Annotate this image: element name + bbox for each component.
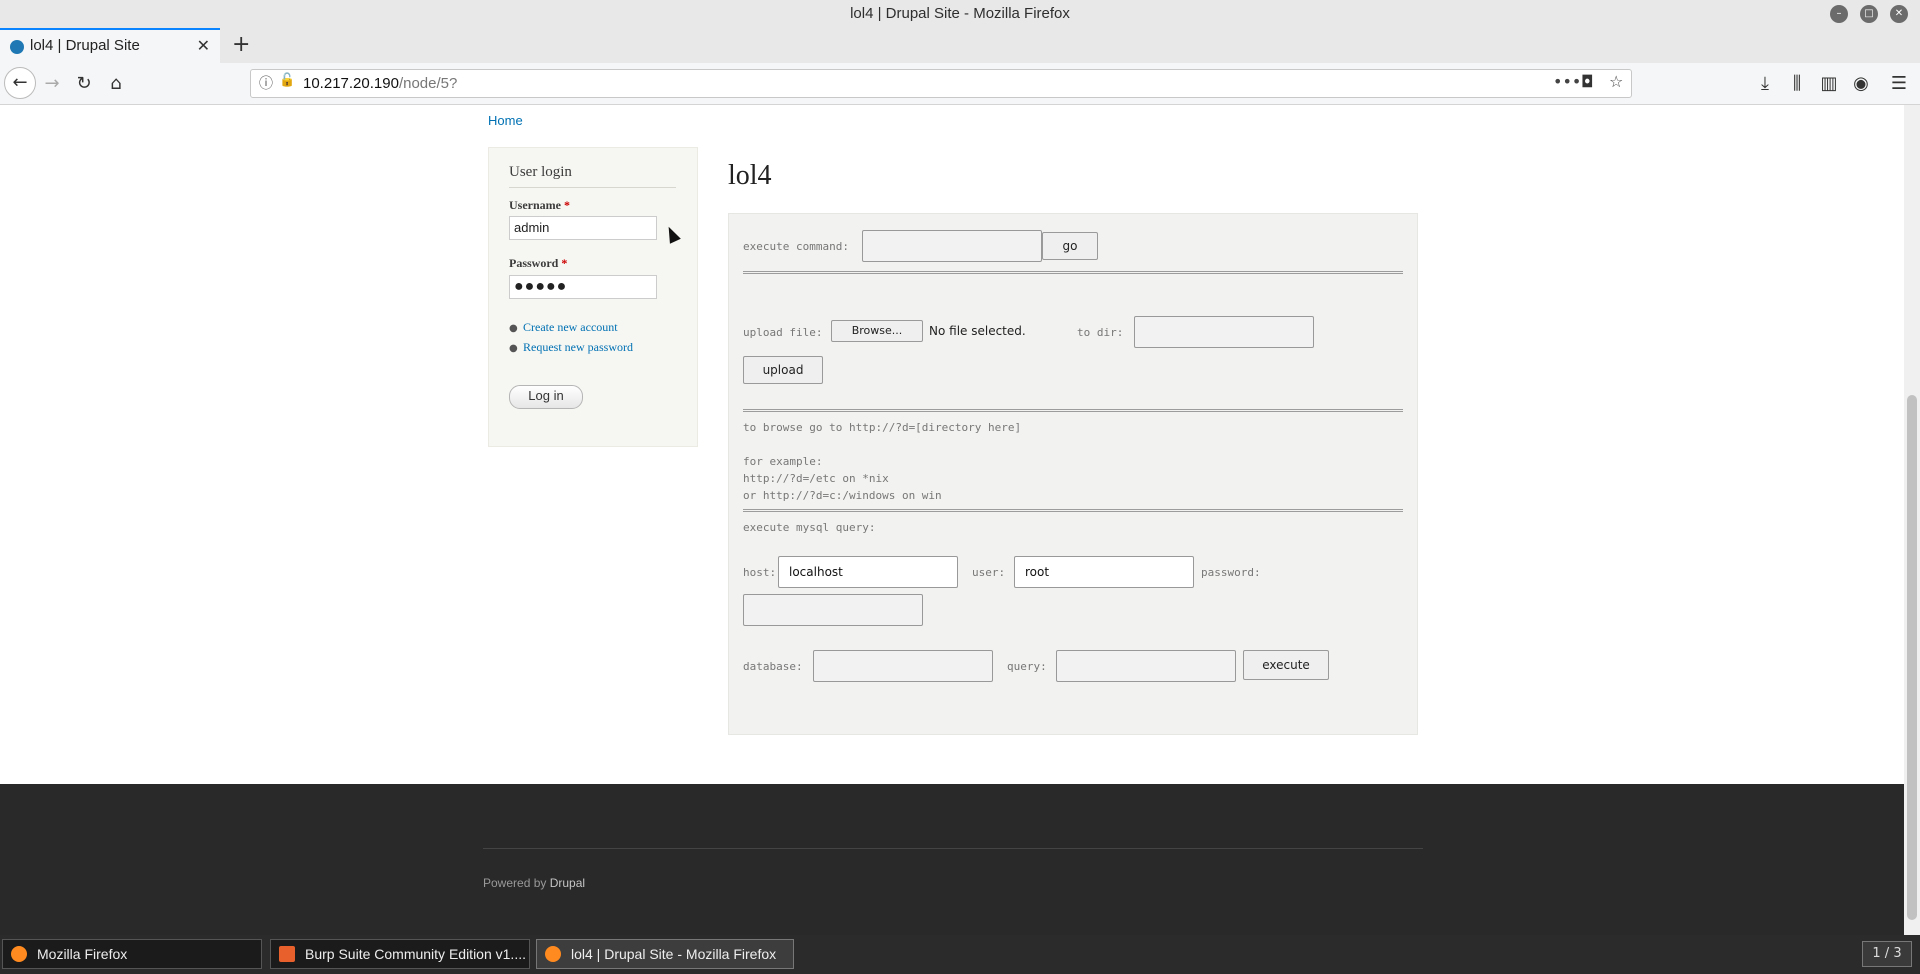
user-input[interactable]: root	[1014, 556, 1194, 588]
username-label-text: Username	[509, 198, 561, 212]
sidebar-icon[interactable]: ▥	[1817, 72, 1841, 96]
password-field[interactable]: ●●●●●	[509, 275, 657, 299]
log-in-button[interactable]: Log in	[509, 385, 583, 409]
browse-button[interactable]: Browse...	[831, 320, 923, 342]
divider	[743, 509, 1403, 512]
workspace-pager[interactable]: 1 / 3	[1862, 941, 1912, 967]
insecure-lock-icon[interactable]: 🔓	[279, 73, 295, 88]
scrollbar-thumb[interactable]	[1907, 395, 1917, 920]
taskbar: Mozilla Firefox Burp Suite Community Edi…	[0, 935, 1920, 974]
host-label: host:	[743, 566, 777, 579]
mysql-label: execute mysql query:	[743, 521, 876, 534]
username-field[interactable]: admin	[509, 216, 657, 240]
breadcrumb-home-link[interactable]: Home	[488, 113, 523, 128]
no-file-text: No file selected.	[929, 324, 1026, 338]
execute-command-input[interactable]	[862, 230, 1042, 262]
request-password-link[interactable]: Request new password	[523, 340, 633, 355]
example-nix: http://?d=/etc on *nix	[743, 472, 889, 485]
downloads-icon[interactable]: ⤓	[1753, 72, 1777, 96]
home-icon[interactable]: ⌂	[104, 72, 128, 96]
extension-icon[interactable]: ◉	[1849, 72, 1873, 96]
site-footer: Powered by Drupal	[0, 784, 1904, 935]
drupal-favicon-icon	[10, 40, 24, 54]
mysql-password-input[interactable]	[743, 594, 923, 626]
database-label: database:	[743, 660, 803, 673]
taskbar-item-firefox[interactable]: Mozilla Firefox	[2, 939, 262, 969]
window-titlebar: lol4 | Drupal Site - Mozilla Firefox – □…	[0, 0, 1920, 28]
url-host: 10.217.20.190	[303, 75, 399, 92]
powered-by-text: Powered by	[483, 876, 547, 890]
tab-close-icon[interactable]: ✕	[197, 30, 210, 62]
to-dir-label: to dir:	[1077, 326, 1124, 339]
scrollbar[interactable]	[1904, 105, 1920, 935]
firefox-icon	[11, 946, 27, 962]
shell-form-box: execute command: go upload file: Browse.…	[728, 213, 1418, 735]
execute-command-label: execute command:	[743, 240, 849, 253]
taskbar-item-label: Mozilla Firefox	[37, 946, 128, 962]
taskbar-item-label: lol4 | Drupal Site - Mozilla Firefox	[571, 946, 777, 962]
required-mark: *	[563, 198, 570, 212]
minimize-icon[interactable]: –	[1830, 5, 1848, 23]
upload-file-label: upload file:	[743, 326, 823, 339]
go-button[interactable]: go	[1042, 232, 1098, 260]
create-account-link[interactable]: Create new account	[523, 320, 618, 335]
list-bullet: ●	[509, 323, 518, 334]
firefox-icon	[545, 946, 561, 962]
password-label-text: Password	[509, 256, 559, 270]
password-label: Password *	[509, 256, 567, 271]
query-input[interactable]	[1056, 650, 1236, 682]
database-input[interactable]	[813, 650, 993, 682]
url-bar[interactable]: ⓘ 🔓 10.217.20.190/node/5? ••• ◘ ☆	[250, 69, 1632, 98]
taskbar-item-label: Burp Suite Community Edition v1....	[305, 946, 526, 962]
upload-button[interactable]: upload	[743, 356, 823, 384]
reload-icon[interactable]: ↻	[72, 72, 96, 96]
nav-bar: ← → ↻ ⌂ ⓘ 🔓 10.217.20.190/node/5? ••• ◘ …	[0, 63, 1920, 105]
query-label: query:	[1007, 660, 1047, 673]
execute-button[interactable]: execute	[1243, 650, 1329, 680]
page-title: lol4	[728, 160, 772, 191]
page-actions-icon[interactable]: •••	[1553, 72, 1581, 91]
username-label: Username *	[509, 198, 570, 213]
library-icon[interactable]: ⫼	[1785, 72, 1809, 96]
footer-powered-by: Powered by Drupal	[483, 876, 585, 890]
tab-title: lol4 | Drupal Site	[30, 37, 140, 54]
taskbar-item-drupal-firefox[interactable]: lol4 | Drupal Site - Mozilla Firefox	[536, 939, 794, 969]
back-arrow-icon[interactable]: ←	[4, 67, 36, 99]
url-path: /node/5?	[398, 75, 458, 92]
new-tab-icon[interactable]: +	[232, 28, 250, 62]
url-text: 10.217.20.190/node/5?	[303, 70, 457, 97]
login-heading: User login	[509, 164, 676, 188]
menu-icon[interactable]: ☰	[1887, 72, 1911, 96]
list-bullet: ●	[509, 343, 518, 354]
user-login-block: User login Username * admin Password * ●…	[488, 147, 698, 447]
bookmark-star-icon[interactable]: ☆	[1609, 72, 1623, 91]
drupal-link[interactable]: Drupal	[550, 876, 585, 890]
window-title: lol4 | Drupal Site - Mozilla Firefox	[850, 5, 1070, 22]
browser-tab[interactable]: lol4 | Drupal Site ✕	[0, 28, 220, 64]
pocket-icon[interactable]: ◘	[1581, 72, 1594, 91]
footer-divider	[483, 848, 1423, 849]
close-window-icon[interactable]: ✕	[1890, 5, 1908, 23]
divider	[743, 271, 1403, 274]
forward-arrow-icon[interactable]: →	[40, 72, 64, 96]
required-mark: *	[561, 256, 568, 270]
info-icon[interactable]: ⓘ	[259, 73, 273, 93]
example-win: or http://?d=c:/windows on win	[743, 489, 942, 502]
example-label: for example:	[743, 455, 823, 468]
burp-suite-icon	[279, 946, 295, 962]
host-input[interactable]: localhost	[778, 556, 958, 588]
taskbar-item-burp[interactable]: Burp Suite Community Edition v1....	[270, 939, 530, 969]
browse-hint: to browse go to http://?d=[directory her…	[743, 421, 1022, 434]
divider	[743, 409, 1403, 412]
to-dir-input[interactable]	[1134, 316, 1314, 348]
password-label-mysql: password:	[1201, 566, 1261, 579]
maximize-icon[interactable]: □	[1860, 5, 1878, 23]
tab-strip: lol4 | Drupal Site ✕ +	[0, 28, 1920, 64]
user-label: user:	[972, 566, 1006, 579]
